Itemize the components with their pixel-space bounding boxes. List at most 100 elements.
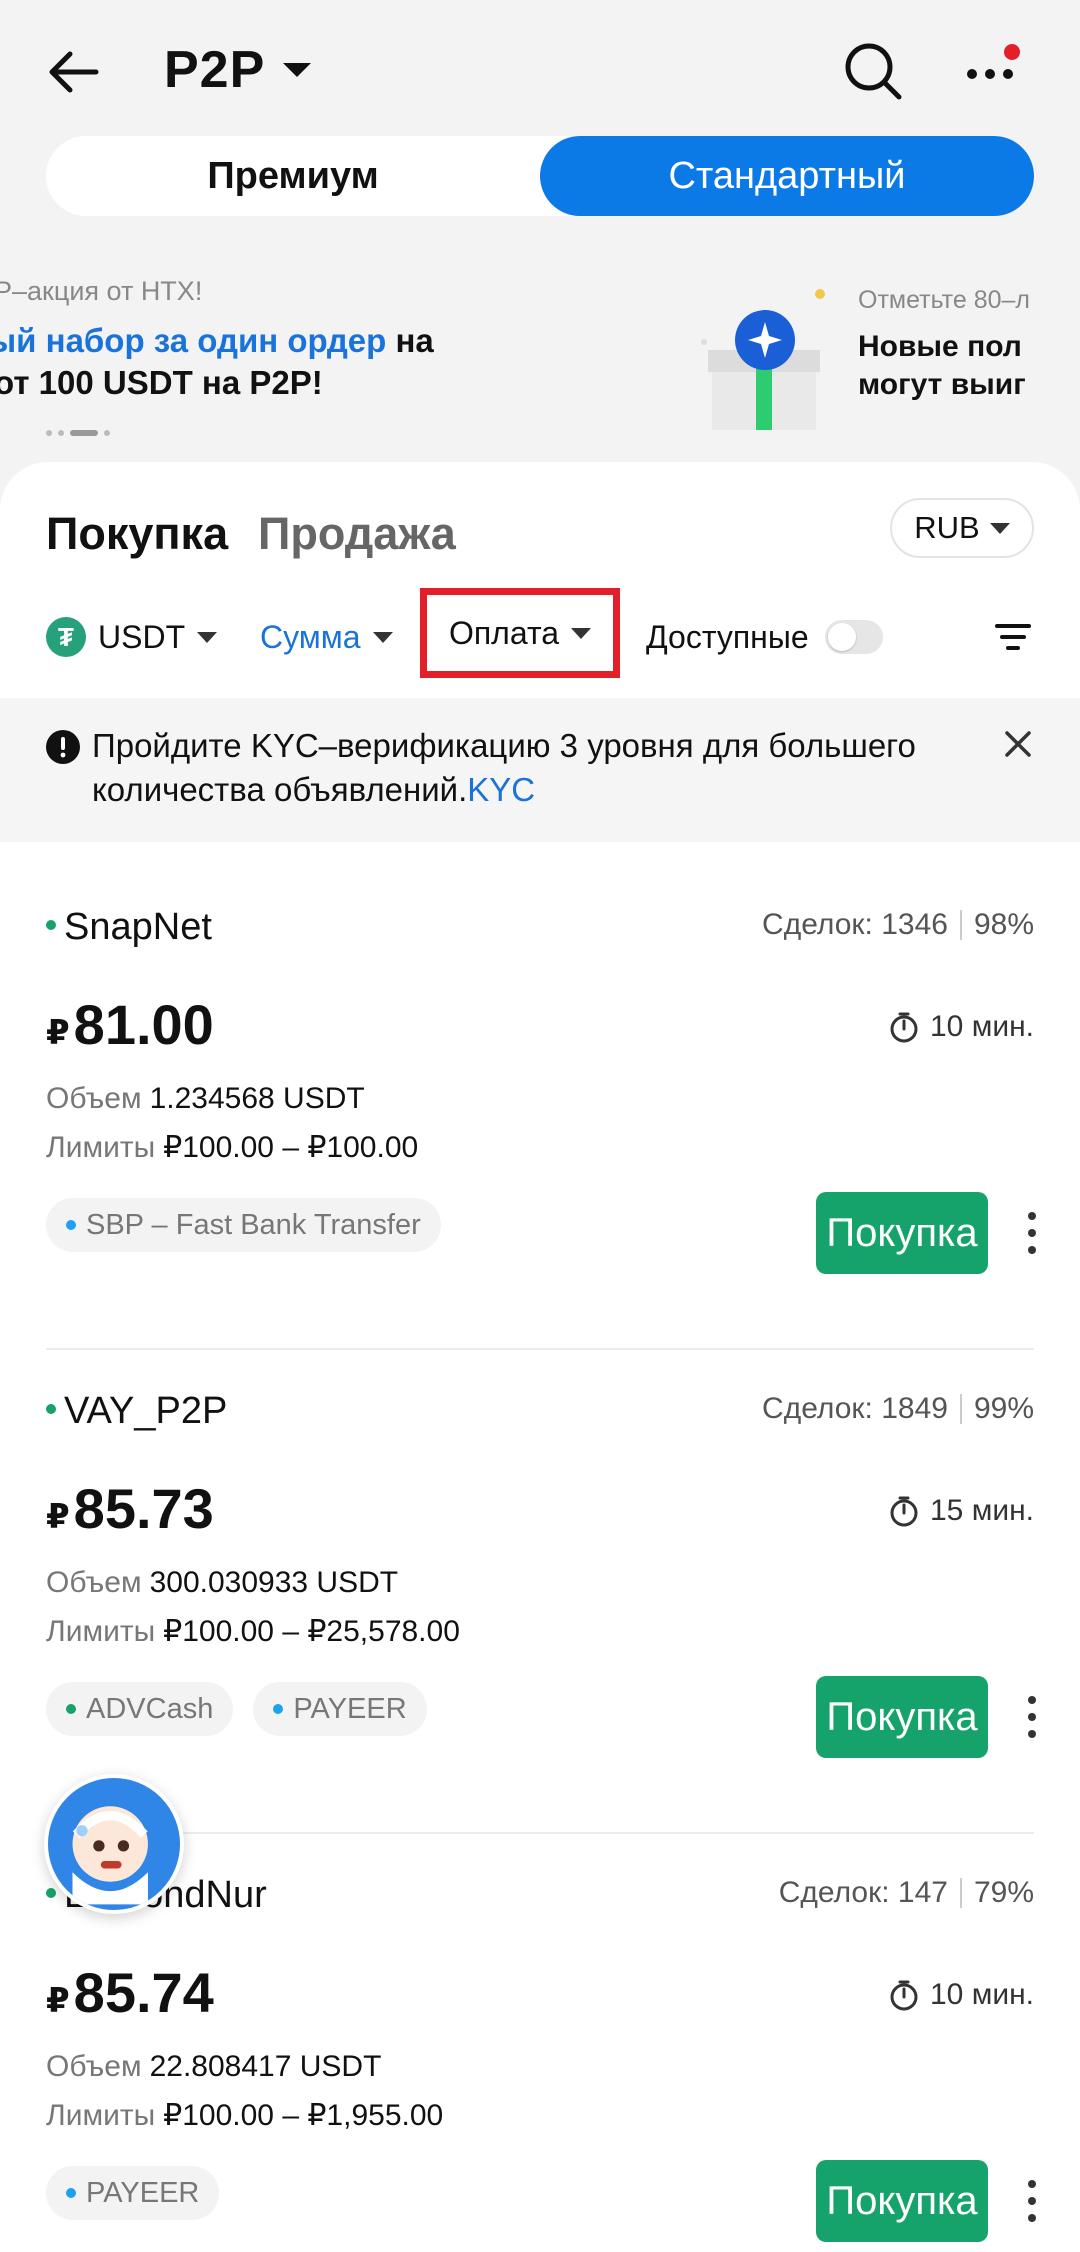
payment-methods: PAYEER — [46, 2166, 220, 2220]
divider — [46, 1832, 1034, 1834]
tether-icon: ₮ — [46, 617, 86, 657]
tab-sell[interactable]: Продажа — [258, 508, 456, 560]
online-indicator — [46, 1888, 56, 1898]
available-filter: Доступные — [646, 582, 883, 692]
buy-button[interactable]: Покупка — [816, 1192, 988, 1274]
deals-count: Сделок: 1849 — [762, 1392, 948, 1425]
support-assistant-avatar[interactable] — [44, 1774, 184, 1914]
search-icon[interactable] — [842, 40, 904, 102]
promo-headline-line1: ый набор за один ордер на — [0, 322, 434, 359]
merchant-stats: Сделок: 1849 99% — [762, 1392, 1034, 1426]
completion-rate: 99% — [973, 1392, 1034, 1425]
fiat-currency-selector[interactable]: RUB — [890, 498, 1034, 558]
astronaut-mascot-icon — [53, 1783, 167, 1905]
merchant-name[interactable]: SnapNet — [64, 906, 212, 949]
chevron-down-icon — [197, 631, 218, 643]
close-icon[interactable] — [1002, 728, 1034, 760]
carousel-indicator — [46, 430, 110, 436]
payment-method-tag: PAYEER — [46, 2166, 220, 2220]
amount-filter-label: Сумма — [260, 618, 361, 655]
payment-filter-label: Оплата — [448, 614, 560, 651]
merchant-name[interactable]: VAY_P2P — [64, 1390, 227, 1433]
volume-row: Объем 300.030933 USDT — [46, 1566, 399, 1599]
stopwatch-icon — [890, 1012, 918, 1043]
payment-time: 10 мин. — [888, 1978, 1034, 2012]
ad-menu-icon[interactable] — [1022, 1208, 1042, 1258]
currency-symbol: ₽ — [46, 1982, 70, 2020]
promo-carousel[interactable]: Р–акция от HTX! ый набор за один ордер н… — [0, 250, 1080, 450]
chevron-down-icon — [283, 63, 312, 77]
fiat-currency-label: RUB — [914, 510, 980, 545]
volume-value: 22.808417 USDT — [149, 2050, 382, 2083]
ad-menu-icon[interactable] — [1022, 1692, 1042, 1742]
stopwatch-icon — [890, 1980, 918, 2011]
tab-standard[interactable]: Стандартный — [540, 136, 1034, 216]
merchant-stats: Сделок: 1346 98% — [762, 908, 1034, 942]
ad-price: ₽ 85.74 — [46, 1960, 214, 2025]
available-toggle[interactable] — [824, 620, 883, 654]
limits-row: Лимиты ₽100.00 – ₽25,578.00 — [46, 1615, 460, 1648]
chevron-down-icon — [989, 522, 1010, 534]
ad-price: ₽ 81.00 — [46, 992, 214, 1057]
volume-row: Объем 1.234568 USDT — [46, 1082, 365, 1115]
buy-button[interactable]: Покупка — [816, 2160, 988, 2242]
payment-methods: ADVCash PAYEER — [46, 1682, 427, 1736]
tab-buy[interactable]: Покупка — [46, 508, 228, 560]
price-value: 85.73 — [73, 1477, 214, 1540]
ad-price: ₽ 85.73 — [46, 1476, 214, 1541]
filter-bar: ₮ USDT Сумма Оплата Доступные — [0, 582, 1080, 692]
promo-subtitle: Р–акция от HTX! — [0, 276, 203, 306]
kyc-notice-text: Пройдите KYC–верификацию 3 уровня для бо… — [92, 727, 916, 808]
payment-method-tag: ADVCash — [46, 1682, 234, 1736]
limits-row: Лимиты ₽100.00 – ₽100.00 — [46, 1131, 419, 1164]
currency-symbol: ₽ — [46, 1498, 70, 1536]
payment-time: 10 мин. — [888, 1010, 1034, 1044]
divider — [46, 1348, 1034, 1350]
stopwatch-icon — [890, 1496, 918, 1527]
ad-card: EdmondNur Сделок: 147 79% ₽ 85.74 10 мин… — [0, 1854, 1080, 2252]
payment-time-label: 10 мин. — [930, 1978, 1034, 2011]
online-indicator — [46, 1404, 56, 1414]
completion-rate: 98% — [973, 908, 1034, 941]
chevron-down-icon — [571, 627, 592, 639]
ad-menu-icon[interactable] — [1022, 2176, 1042, 2226]
filter-icon[interactable] — [994, 618, 1032, 656]
payment-time-label: 15 мин. — [930, 1494, 1034, 1527]
top-bar: P2P — [0, 0, 1080, 140]
back-arrow-icon[interactable] — [44, 42, 104, 102]
ad-card: SnapNet Сделок: 1346 98% ₽ 81.00 10 мин.… — [0, 886, 1080, 1370]
payment-method-tag: SBP – Fast Bank Transfer — [46, 1198, 441, 1252]
volume-value: 1.234568 USDT — [149, 1082, 365, 1115]
currency-symbol: ₽ — [46, 1014, 70, 1052]
alert-icon — [46, 730, 80, 764]
page-title: P2P — [164, 41, 266, 99]
limits-value: ₽100.00 – ₽1,955.00 — [163, 2099, 444, 2132]
limits-row: Лимиты ₽100.00 – ₽1,955.00 — [46, 2099, 444, 2132]
payment-time-label: 10 мин. — [930, 1010, 1034, 1043]
promo2-headline-line2: могут выиг — [858, 368, 1026, 401]
amount-filter[interactable]: Сумма — [260, 582, 393, 692]
market-selector[interactable]: P2P — [164, 40, 312, 100]
merchant-stats: Сделок: 147 79% — [779, 1876, 1034, 1910]
promo2-headline-line1: Новые пол — [858, 330, 1022, 363]
payment-filter[interactable]: Оплата — [420, 588, 620, 678]
crypto-filter-label: USDT — [98, 618, 186, 655]
ad-card: VAY_P2P Сделок: 1849 99% ₽ 85.73 15 мин.… — [0, 1370, 1080, 1854]
gift-box-icon — [701, 289, 825, 430]
promo-headline-line2: от 100 USDT на P2P! — [0, 364, 323, 401]
buy-button[interactable]: Покупка — [816, 1676, 988, 1758]
crypto-filter[interactable]: ₮ USDT — [46, 582, 218, 692]
limits-value: ₽100.00 – ₽25,578.00 — [163, 1615, 460, 1648]
more-options-icon[interactable] — [962, 42, 1026, 102]
kyc-notice: Пройдите KYC–верификацию 3 уровня для бо… — [0, 698, 1080, 842]
deals-count: Сделок: 147 — [778, 1876, 948, 1909]
available-filter-label: Доступные — [646, 618, 809, 655]
online-indicator — [46, 920, 56, 930]
volume-row: Объем 22.808417 USDT — [46, 2050, 382, 2083]
kyc-link[interactable]: KYC — [467, 771, 535, 808]
p2p-mode-switch: Премиум Стандартный — [46, 136, 1034, 216]
price-value: 81.00 — [73, 993, 214, 1056]
main-panel: Покупка Продажа RUB ₮ USDT Сумма Оплата … — [0, 462, 1080, 2252]
tab-premium[interactable]: Премиум — [46, 136, 540, 216]
promo2-subtitle: Отметьте 80–л — [858, 286, 1030, 314]
